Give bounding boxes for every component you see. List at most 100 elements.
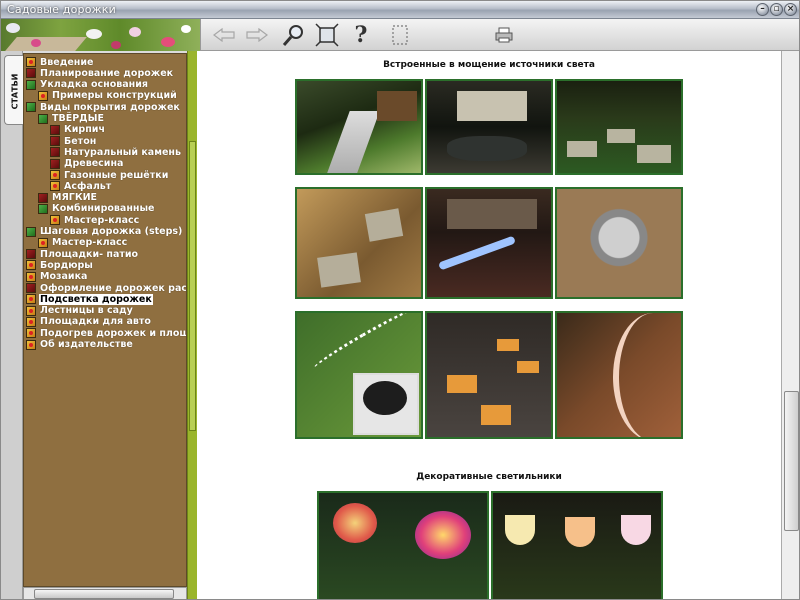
folder-icon: [38, 113, 48, 124]
print-icon[interactable]: [491, 22, 517, 48]
help-icon[interactable]: ?: [348, 22, 374, 48]
tree-item-label: Введение: [40, 56, 94, 68]
page-icon: [26, 57, 36, 67]
photo-stepping-stones-lights: [555, 79, 683, 175]
tree-item[interactable]: Газонные решётки: [50, 169, 169, 181]
tree-item[interactable]: Асфальт: [50, 180, 112, 192]
tree-item-label: Асфальт: [64, 180, 112, 192]
tree-item[interactable]: Площадки для авто: [26, 316, 152, 328]
tree-item-label: Площадки- патио: [40, 248, 139, 260]
tree-item[interactable]: МЯГКИЕ: [38, 192, 98, 204]
page-icon: [26, 316, 36, 327]
page-icon: [50, 158, 60, 169]
tree-item-label: Подсветка дорожек: [39, 293, 153, 305]
tree-item[interactable]: Подогрев дорожек и площадок: [26, 327, 187, 339]
tree-item-label: Бордюры: [40, 259, 93, 271]
tree-item-label: Газонные решётки: [64, 169, 169, 181]
tree-item-label: Площадки для авто: [40, 316, 151, 328]
page-icon: [50, 136, 60, 147]
tree-item-label: Об издательстве: [40, 339, 133, 350]
tree-item[interactable]: Мастер-класс: [50, 214, 140, 226]
header-banner-image: [1, 19, 201, 51]
page-icon: [26, 305, 36, 316]
photo-flower-lights: [317, 491, 489, 599]
tree-item[interactable]: Бетон: [50, 135, 97, 147]
tree-item[interactable]: Шаговая дорожка (steps): [26, 226, 183, 238]
tree-item[interactable]: Площадки- патио: [26, 248, 139, 260]
tree-item[interactable]: Введение: [26, 56, 94, 68]
tree-item[interactable]: Древесина: [50, 158, 124, 170]
photo-paver-light-gravel: [295, 187, 423, 299]
search-icon[interactable]: [281, 22, 307, 48]
articles-tree: Введение Планирование дорожек Укладка осно…: [23, 53, 187, 587]
tree-item[interactable]: Мозаика: [26, 271, 88, 283]
photo-tulip-lights: [491, 491, 663, 599]
splitter-scroll-thumb[interactable]: [189, 141, 196, 431]
tree-item[interactable]: Лестницы в саду: [26, 305, 134, 317]
tab-articles[interactable]: СТАТЬИ: [4, 55, 23, 125]
close-icon[interactable]: ×: [784, 3, 797, 16]
page-icon: [38, 90, 48, 101]
tree-item-label: Укладка основания: [40, 79, 148, 91]
page-icon: [38, 192, 48, 203]
content-vertical-scrollbar[interactable]: [781, 51, 799, 599]
tab-articles-label: СТАТЬИ: [10, 73, 19, 109]
title-bar[interactable]: Садовые дорожки – ▫ ×: [1, 1, 799, 19]
tree-item-label: Древесина: [64, 158, 124, 170]
tree-item-label: Подогрев дорожек и площадок: [40, 327, 187, 339]
photo-lit-walkway: [295, 79, 423, 175]
tree-item-label: Примеры конструкций: [52, 90, 177, 102]
toolbar: ?: [1, 19, 799, 51]
tree-item[interactable]: Укладка основания: [26, 79, 149, 91]
tree-item[interactable]: Кирпич: [50, 124, 106, 136]
tree-item[interactable]: Примеры конструкций: [38, 90, 178, 102]
tree-item-label: Лестницы в саду: [40, 305, 133, 317]
tree-item[interactable]: Оформление дорожек растения: [26, 282, 186, 294]
folder-icon: [26, 102, 36, 113]
photo-glowing-path-night: [425, 187, 553, 299]
folder-icon: [26, 79, 36, 90]
fullscreen-icon[interactable]: [314, 22, 340, 48]
tree-item[interactable]: ТВЁРДЫЕ: [38, 113, 105, 125]
tree-item-label: Шаговая дорожка (steps): [40, 226, 183, 237]
tree-item-label: МЯГКИЕ: [52, 192, 98, 204]
tree-item-label: Планирование дорожек: [40, 67, 174, 79]
maximize-icon[interactable]: ▫: [770, 3, 783, 16]
tree-item[interactable]: Комбинированные: [38, 203, 155, 215]
tree-scroll-thumb[interactable]: [34, 589, 174, 599]
tree-item[interactable]: Виды покрытия дорожек: [26, 101, 181, 113]
section-title-embedded-lights: Встроенные в мощение источники света: [383, 60, 595, 70]
tree-item-label: Мастер-класс: [64, 214, 140, 226]
page-icon: [50, 170, 60, 180]
page-icon: [26, 260, 36, 271]
page-icon: [50, 215, 60, 226]
photo-lit-paver-tiles: [425, 311, 553, 439]
tree-item[interactable]: Об издательстве: [26, 339, 134, 351]
splitter-scrollbar[interactable]: [187, 51, 197, 599]
tree-item[interactable]: Подсветка дорожек: [26, 293, 153, 305]
selection-icon[interactable]: [387, 22, 413, 48]
minimize-icon[interactable]: –: [756, 3, 769, 16]
photo-round-inground-light: [555, 187, 683, 299]
content-scroll-thumb[interactable]: [784, 391, 799, 531]
tree-item-label: ТВЁРДЫЕ: [52, 113, 104, 124]
folder-icon: [26, 226, 36, 237]
tree-item[interactable]: Натуральный камень: [50, 146, 182, 158]
tree-item-label: Кирпич: [64, 124, 105, 136]
folder-icon: [38, 203, 48, 214]
section-title-decorative-lights: Декоративные светильники: [416, 472, 562, 482]
back-arrow-icon[interactable]: [211, 22, 237, 48]
page-icon: [50, 124, 60, 135]
tree-item[interactable]: Бордюры: [26, 259, 94, 271]
page-icon: [38, 237, 48, 248]
tree-item[interactable]: Планирование дорожек: [26, 67, 174, 79]
page-icon: [26, 283, 36, 293]
page-icon: [50, 181, 60, 192]
tree-item[interactable]: Мастер-класс: [38, 237, 128, 249]
photo-curved-border-glow: [555, 311, 683, 439]
tree-horizontal-scrollbar[interactable]: [23, 587, 187, 599]
photo-solar-border-lights: [295, 311, 423, 439]
forward-arrow-icon[interactable]: [244, 22, 270, 48]
tree-item-label: Виды покрытия дорожек: [40, 101, 180, 113]
article-content: Встроенные в мощение источники света Дек…: [197, 51, 781, 599]
